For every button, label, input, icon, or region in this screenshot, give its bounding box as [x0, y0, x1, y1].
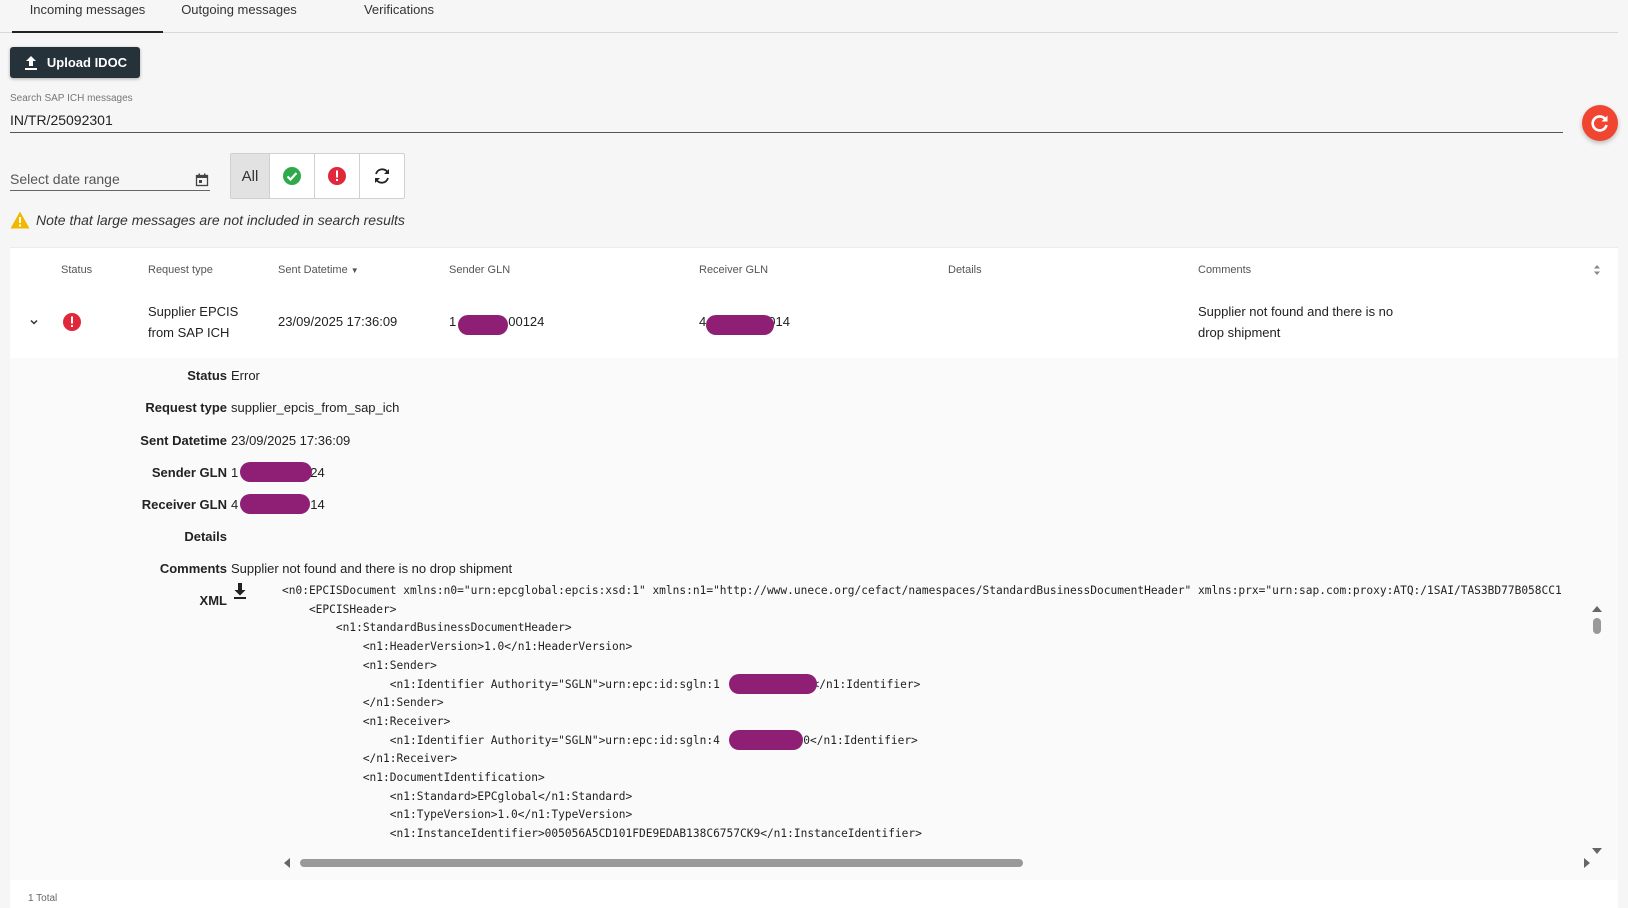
tab-bar: Incoming messages Outgoing messages Veri…: [0, 0, 1618, 33]
error-exclamation-icon: [328, 167, 346, 185]
cell-comments: Supplier not found and there is no drop …: [1198, 301, 1393, 343]
detail-value-status: Error: [231, 368, 260, 383]
xml-line: <n1:TypeVersion>1.0</n1:TypeVersion>: [282, 808, 633, 822]
gln-suffix: 00124: [508, 314, 545, 329]
detail-label-xml: XML: [199, 593, 227, 608]
column-header-status[interactable]: Status: [61, 264, 92, 276]
redaction-mark: [729, 730, 803, 750]
search-label: Search SAP ICH messages: [10, 93, 133, 104]
gln-suffix: 14: [310, 497, 325, 512]
gln-prefix: 4: [231, 497, 239, 512]
filter-all-label: All: [241, 167, 259, 185]
xml-line: <n1:HeaderVersion>1.0</n1:HeaderVersion>: [282, 640, 633, 654]
sync-icon: [375, 168, 389, 184]
redaction-mark: [729, 674, 817, 694]
redaction-mark: [240, 462, 312, 482]
detail-label-receiver-gln: Receiver GLN: [141, 497, 227, 512]
column-header-sender-gln[interactable]: Sender GLN: [449, 264, 510, 276]
redaction-mark: [240, 494, 310, 514]
note-text: Note that large messages are not include…: [36, 212, 405, 228]
search-input[interactable]: [10, 108, 1563, 133]
horizontal-scrollbar[interactable]: [282, 856, 1592, 870]
xml-line: <n1:Standard>EPCglobal</n1:Standard>: [282, 789, 633, 803]
table-header: Status Request type Sent Datetime ▼ Send…: [10, 247, 1618, 294]
xml-line-text: <n1:Identifier Authority="SGLN">urn:epc:…: [282, 733, 720, 747]
refresh-button[interactable]: [1582, 105, 1618, 141]
gln-prefix: 1: [231, 465, 239, 480]
xml-line: <n1:Identifier Authority="SGLN">urn:epc:…: [282, 732, 918, 750]
large-messages-note: Note that large messages are not include…: [10, 211, 405, 229]
cell-sent-datetime: 23/09/2025 17:36:09: [278, 314, 398, 329]
detail-label-details: Details: [184, 529, 227, 544]
column-header-request-type[interactable]: Request type: [148, 264, 213, 276]
column-header-comments[interactable]: Comments: [1198, 264, 1251, 276]
column-header-details[interactable]: Details: [948, 264, 982, 276]
tab-verifications[interactable]: Verifications: [350, 0, 448, 31]
xml-line: <EPCISHeader>: [282, 602, 397, 616]
warning-icon: [10, 211, 30, 229]
xml-line: </n1:Receiver>: [282, 752, 458, 766]
column-header-sent-datetime-label: Sent Datetime: [278, 264, 348, 276]
xml-line-text: 0</n1:Identifier>: [805, 677, 921, 691]
tab-incoming-messages[interactable]: Incoming messages: [12, 0, 163, 33]
xml-line-text: 1.0</n1:Identifier>: [789, 733, 918, 747]
tab-label: Verifications: [363, 2, 435, 17]
detail-value-sent-datetime: 23/09/2025 17:36:09: [231, 433, 351, 448]
success-check-icon: [283, 167, 301, 185]
calendar-icon[interactable]: [195, 173, 209, 187]
date-range-input[interactable]: [10, 168, 210, 191]
total-count: 1 Total: [28, 893, 58, 904]
gln-suffix: 24: [310, 465, 325, 480]
redaction-mark: [706, 315, 774, 335]
detail-value-request-type: supplier_epcis_from_sap_ich: [231, 400, 400, 415]
upload-idoc-label: Upload IDOC: [46, 55, 128, 70]
detail-label-request-type: Request type: [145, 400, 227, 415]
filter-all-button[interactable]: All: [231, 154, 270, 198]
refresh-icon: [1591, 115, 1608, 132]
xml-line-text: <n1:Identifier Authority="SGLN">urn:epc:…: [282, 677, 720, 691]
filter-error-button[interactable]: [315, 154, 360, 198]
xml-viewer[interactable]: <n0:EPCISDocument xmlns:n0="urn:epcgloba…: [282, 582, 1588, 854]
detail-label-status: Status: [187, 368, 227, 383]
tab-label: Outgoing messages: [181, 2, 297, 17]
xml-line: <n0:EPCISDocument xmlns:n0="urn:epcgloba…: [282, 584, 1562, 597]
xml-line: </n1:Sender>: [282, 696, 444, 710]
filter-sync-button[interactable]: [360, 154, 404, 198]
filter-success-button[interactable]: [270, 154, 315, 198]
xml-line: <n1:Identifier Authority="SGLN">urn:epc:…: [282, 676, 921, 694]
download-icon[interactable]: [232, 582, 248, 600]
xml-line: <n1:DocumentIdentification>: [282, 771, 545, 784]
gln-prefix: 4: [699, 314, 707, 329]
xml-line: <n1:StandardBusinessDocumentHeader>: [282, 621, 572, 635]
column-settings-icon[interactable]: [1593, 264, 1601, 276]
sort-desc-icon: ▼: [350, 266, 359, 275]
detail-label-comments: Comments: [159, 561, 227, 576]
xml-line: <n1:Sender>: [282, 658, 437, 672]
column-header-sent-datetime[interactable]: Sent Datetime ▼: [278, 264, 359, 276]
table-footer: [10, 880, 1618, 908]
cell-request-type: Supplier EPCIS from SAP ICH: [148, 301, 238, 343]
detail-label-sent-datetime: Sent Datetime: [140, 433, 227, 448]
table-row[interactable]: Supplier EPCIS from SAP ICH 23/09/2025 1…: [10, 292, 1618, 359]
redaction-mark: [458, 315, 508, 335]
request-type-line: from SAP ICH: [148, 325, 230, 340]
detail-value-comments: Supplier not found and there is no drop …: [231, 561, 513, 576]
comment-line: Supplier not found and there is no: [1198, 304, 1394, 319]
column-header-receiver-gln[interactable]: Receiver GLN: [699, 264, 768, 276]
upload-icon: [24, 55, 37, 70]
upload-idoc-button[interactable]: Upload IDOC: [10, 47, 140, 78]
tab-outgoing-messages[interactable]: Outgoing messages: [176, 0, 302, 31]
xml-line: <n1:Receiver>: [282, 714, 451, 728]
xml-line: <n1:InstanceIdentifier>005056A5CD101FDE9…: [282, 827, 922, 841]
gln-prefix: 1: [449, 314, 457, 329]
vertical-scrollbar[interactable]: [1590, 604, 1604, 856]
error-exclamation-icon: [63, 313, 81, 331]
request-type-line: Supplier EPCIS: [148, 304, 239, 319]
chevron-down-icon[interactable]: [29, 317, 39, 327]
comment-line: drop shipment: [1198, 325, 1281, 340]
tab-label: Incoming messages: [29, 2, 146, 17]
detail-label-sender-gln: Sender GLN: [151, 465, 227, 480]
status-filter-group: All: [230, 153, 405, 199]
